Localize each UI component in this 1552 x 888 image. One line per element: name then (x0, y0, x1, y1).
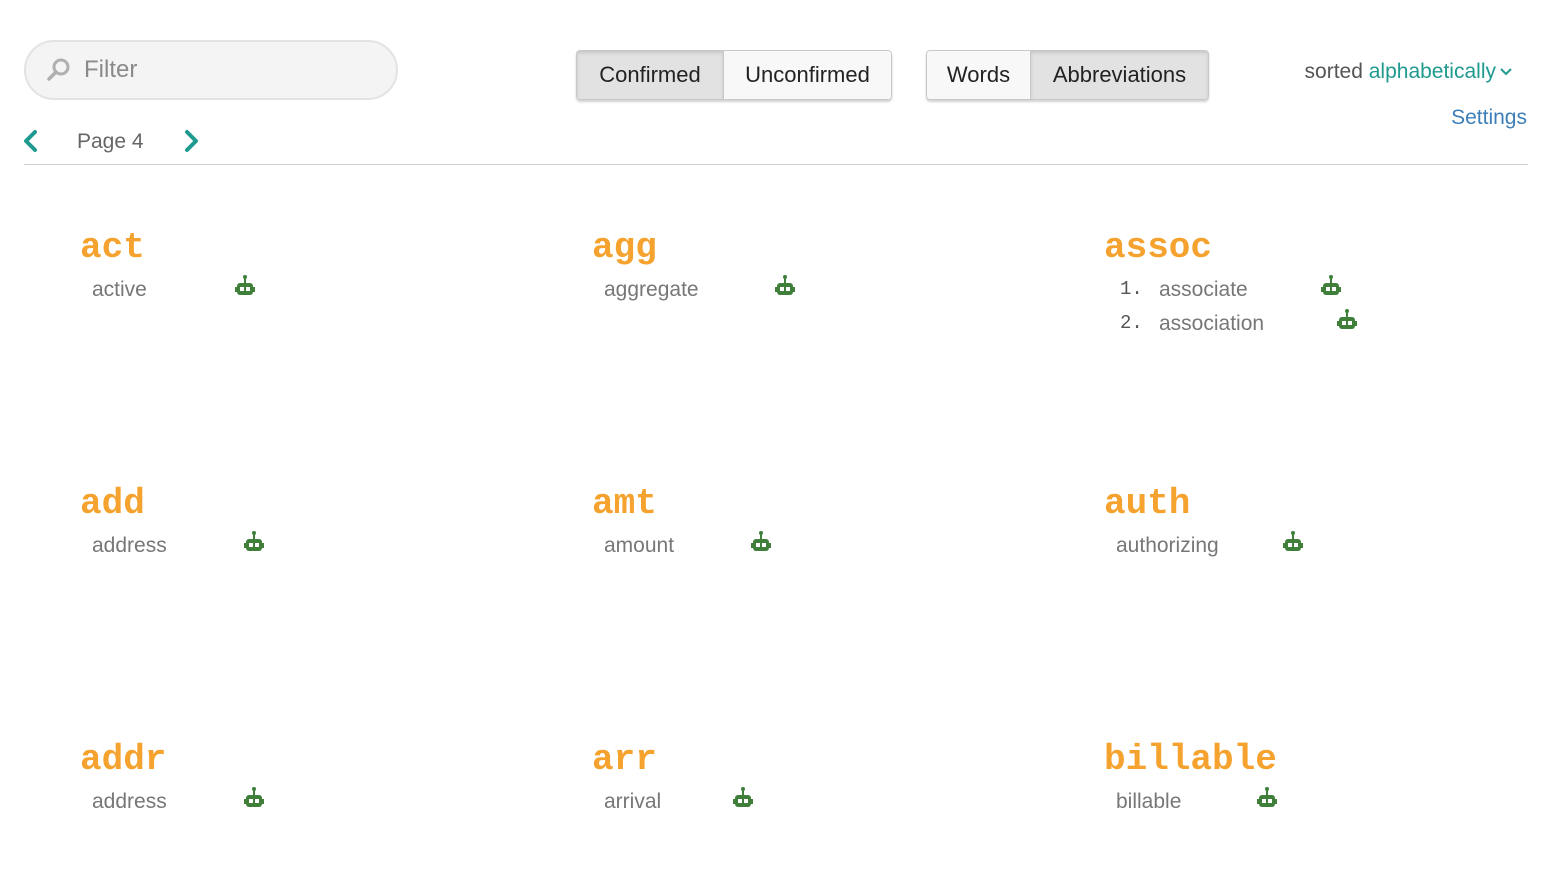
divider (24, 164, 1528, 165)
chevron-left-icon[interactable] (20, 128, 42, 154)
meaning-number: 2. (1120, 312, 1143, 334)
abbreviation-term[interactable]: agg (592, 228, 657, 268)
abbreviation-entry: assoc 1. associate 2. association (1104, 228, 1357, 342)
meaning-row: 2. association (1104, 308, 1357, 342)
words-button[interactable]: Words (927, 51, 1030, 99)
sort-value: alphabetically (1368, 60, 1496, 83)
abbreviation-term[interactable]: assoc (1104, 228, 1212, 268)
abbreviation-term[interactable]: act (80, 228, 145, 268)
robot-icon[interactable] (1320, 274, 1342, 300)
meaning-row: address (80, 530, 264, 564)
search-icon (47, 58, 70, 81)
meaning-word: address (92, 534, 167, 557)
robot-icon[interactable] (750, 530, 772, 556)
meaning-row: billable (1104, 786, 1277, 820)
meaning-word: association (1159, 312, 1265, 335)
robot-icon[interactable] (1282, 530, 1304, 556)
robot-icon[interactable] (1336, 308, 1358, 334)
meaning-word: aggregate (604, 278, 699, 301)
abbreviations-button[interactable]: Abbreviations (1030, 51, 1208, 99)
meaning-word: associate (1159, 278, 1248, 301)
type-toggle: Words Abbreviations (926, 50, 1209, 100)
unconfirmed-button[interactable]: Unconfirmed (723, 51, 891, 99)
meaning-word: authorizing (1116, 534, 1219, 557)
page-label: Page 4 (77, 130, 144, 153)
meaning-row: active (80, 274, 255, 308)
sort-control: sorted alphabetically (1305, 60, 1512, 84)
robot-icon[interactable] (774, 274, 796, 300)
meaning-row: 1. associate (1104, 274, 1341, 308)
abbreviation-entry: arr arrival (592, 740, 753, 820)
abbreviation-term[interactable]: billable (1104, 740, 1277, 780)
meaning-word: amount (604, 534, 675, 557)
chevron-down-icon (1500, 68, 1512, 76)
abbreviation-term[interactable]: addr (80, 740, 166, 780)
abbreviation-entry: amt amount (592, 484, 771, 564)
chevron-right-icon[interactable] (180, 128, 202, 154)
meaning-row: arrival (592, 786, 753, 820)
meaning-number: 1. (1120, 278, 1143, 300)
meaning-word: billable (1116, 790, 1182, 813)
status-toggle: Confirmed Unconfirmed (576, 50, 892, 100)
filter-input[interactable] (82, 55, 366, 85)
robot-icon[interactable] (234, 274, 256, 300)
robot-icon[interactable] (243, 786, 265, 812)
meaning-row: authorizing (1104, 530, 1303, 564)
meaning-row: address (80, 786, 264, 820)
sort-prefix: sorted (1304, 60, 1363, 83)
meaning-word: active (92, 278, 147, 301)
meaning-row: aggregate (592, 274, 795, 308)
abbreviation-term[interactable]: arr (592, 740, 657, 780)
abbreviation-term[interactable]: amt (592, 484, 657, 524)
robot-icon[interactable] (243, 530, 265, 556)
abbreviation-entry: billable billable (1104, 740, 1277, 820)
robot-icon[interactable] (1256, 786, 1278, 812)
meaning-word: address (92, 790, 167, 813)
abbreviation-entry: addr address (80, 740, 264, 820)
meaning-word: arrival (604, 790, 662, 813)
abbreviation-term[interactable]: add (80, 484, 145, 524)
settings-link[interactable]: Settings (1451, 106, 1527, 130)
confirmed-button[interactable]: Confirmed (577, 51, 723, 99)
abbreviation-entry: auth authorizing (1104, 484, 1303, 564)
sort-dropdown[interactable]: alphabetically (1369, 60, 1512, 83)
robot-icon[interactable] (732, 786, 754, 812)
filter-box[interactable] (24, 40, 398, 100)
meaning-row: amount (592, 530, 771, 564)
abbreviation-entry: act active (80, 228, 255, 308)
abbreviation-term[interactable]: auth (1104, 484, 1190, 524)
abbreviation-entry: agg aggregate (592, 228, 795, 308)
abbreviation-entry: add address (80, 484, 264, 564)
